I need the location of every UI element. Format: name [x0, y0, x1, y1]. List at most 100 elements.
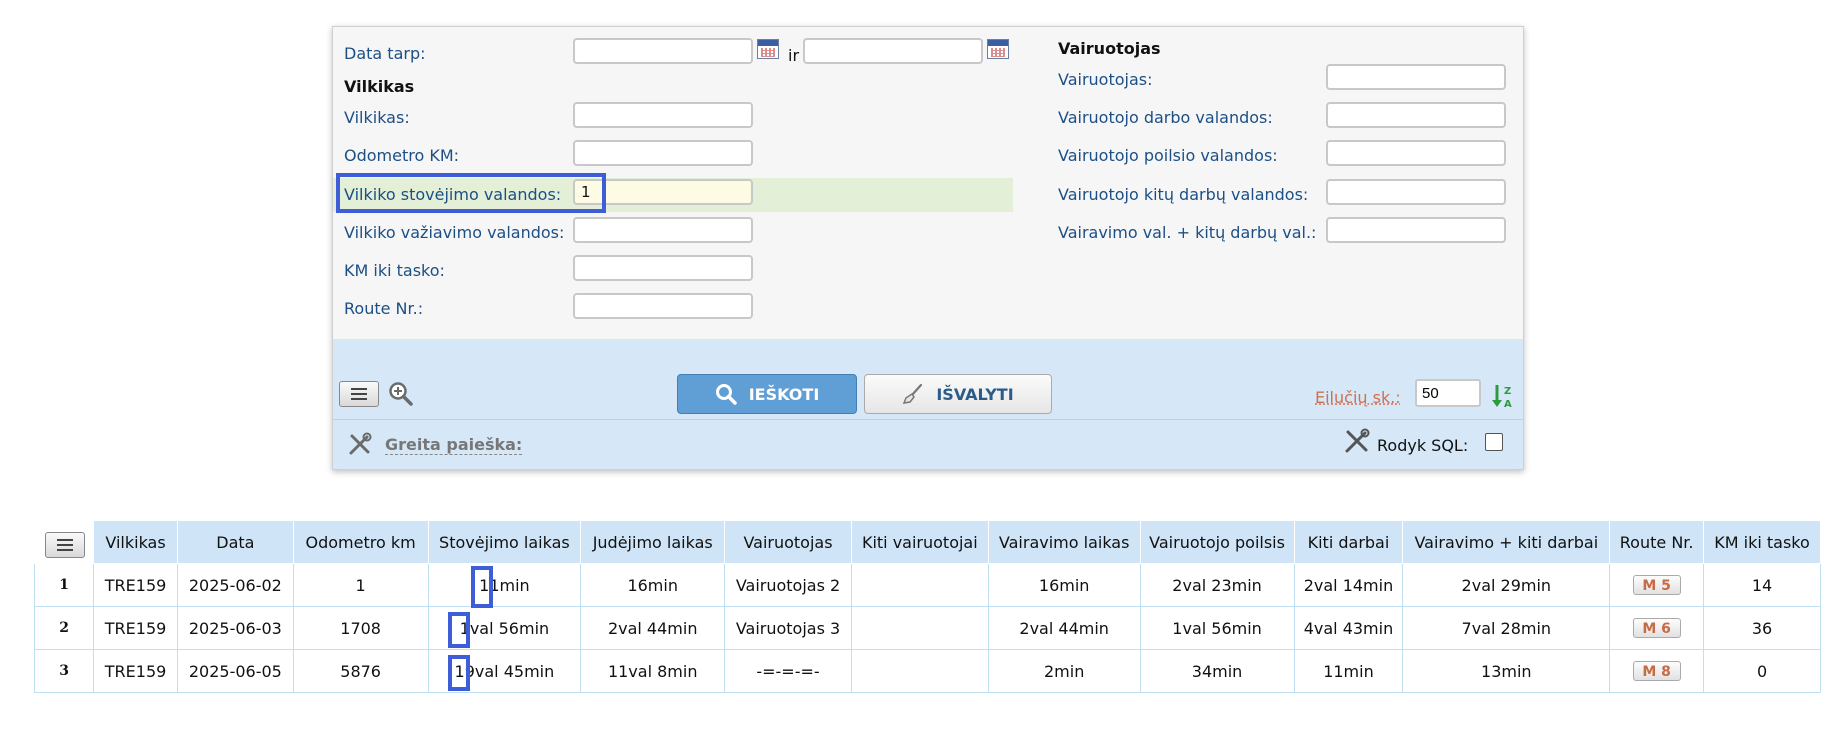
truck-link[interactable]: TRE159: [93, 606, 178, 650]
quick-search-link[interactable]: Greita paieška:: [385, 436, 523, 455]
column-header[interactable]: Kiti darbai: [1293, 520, 1404, 564]
drive-plus-other-cell: 7val 28min: [1402, 606, 1611, 650]
driver-work-input[interactable]: [1326, 102, 1506, 128]
column-header[interactable]: Vilkikas: [93, 520, 178, 564]
focus-highlight-box: [336, 173, 606, 213]
match-highlight-box: [471, 566, 493, 608]
column-header[interactable]: Vairuotojas: [724, 520, 852, 564]
other-drivers-cell: [850, 606, 989, 650]
date-to-input[interactable]: [803, 38, 983, 64]
zoom-in-icon[interactable]: [388, 381, 414, 407]
driving-hours-input[interactable]: [573, 217, 753, 243]
odometer-input[interactable]: [573, 140, 753, 166]
table-row[interactable]: 1 TRE159 2025-06-02 1 11min 16min Vairuo…: [33, 563, 1821, 607]
search-button[interactable]: IEŠKOTI: [677, 374, 857, 414]
route-label: Route Nr.:: [344, 299, 424, 318]
column-header[interactable]: Odometro km: [292, 520, 429, 564]
match-highlight-box: [448, 612, 470, 648]
driver-link[interactable]: Vairuotojas 3: [724, 606, 852, 650]
km-to-point-input[interactable]: [573, 255, 753, 281]
show-sql-checkbox[interactable]: [1485, 433, 1503, 451]
driver-rest-cell: 2val 23min: [1139, 563, 1295, 607]
filter-form: Data tarp: ir Vilkikas Vilkikas: Odometr…: [333, 27, 1523, 339]
moving-time-cell: 2val 44min: [580, 606, 726, 650]
odometer-cell: 1: [292, 563, 429, 607]
calendar-icon[interactable]: [987, 39, 1009, 59]
search-icon: [715, 384, 737, 405]
driver-other-input[interactable]: [1326, 179, 1506, 205]
table-row[interactable]: 2 TRE159 2025-06-03 1708 1val 56min 2val…: [33, 606, 1821, 650]
date-cell: 2025-06-05: [176, 649, 294, 693]
route-button[interactable]: M 6: [1632, 618, 1681, 638]
driver-other-label: Vairuotojo kitų darbų valandos:: [1058, 185, 1309, 204]
clear-button[interactable]: IŠVALYTI: [864, 374, 1052, 414]
drive-plus-other-cell: 2val 29min: [1402, 563, 1611, 607]
rows-count-label: Eilučių sk.:: [1315, 388, 1401, 407]
row-number: 2: [33, 606, 95, 650]
date-between-label: Data tarp:: [344, 44, 426, 63]
driving-time-cell: 2min: [987, 649, 1141, 693]
km-to-point-cell: 14: [1703, 563, 1821, 607]
truck-link[interactable]: TRE159: [93, 563, 178, 607]
match-highlight-box: [448, 655, 470, 691]
column-header[interactable]: Vairuotojo poilsis: [1139, 520, 1295, 564]
results-table: Vilkikas Data Odometro km Stovėjimo laik…: [33, 520, 1821, 693]
truck-section-title: Vilkikas: [344, 77, 415, 96]
driver-input[interactable]: [1326, 64, 1506, 90]
route-button[interactable]: M 5: [1632, 575, 1681, 595]
table-menu-button[interactable]: [45, 532, 85, 558]
other-work-cell: 4val 43min: [1293, 606, 1404, 650]
column-header[interactable]: Vairavimo laikas: [987, 520, 1141, 564]
row-number: 1: [33, 563, 95, 607]
rows-count-input[interactable]: [1415, 379, 1481, 407]
sort-z-a-icon[interactable]: Z A: [1491, 383, 1515, 409]
column-header[interactable]: Data: [176, 520, 294, 564]
driver-rest-input[interactable]: [1326, 140, 1506, 166]
driver-section-title: Vairuotojas: [1058, 39, 1161, 58]
other-drivers-cell: [850, 649, 989, 693]
driving-hours-label: Vilkiko važiavimo valandos:: [344, 223, 565, 242]
route-cell: M 8: [1609, 649, 1705, 693]
driver-rest-label: Vairuotojo poilsio valandos:: [1058, 146, 1278, 165]
table-header-row: Vilkikas Data Odometro km Stovėjimo laik…: [33, 520, 1821, 564]
truck-input[interactable]: [573, 102, 753, 128]
date-and-label: ir: [788, 46, 800, 65]
route-button[interactable]: M 8: [1632, 661, 1681, 681]
other-work-cell: 11min: [1293, 649, 1404, 693]
column-header[interactable]: Stovėjimo laikas: [427, 520, 582, 564]
driver-rest-cell: 34min: [1139, 649, 1295, 693]
clear-button-label: IŠVALYTI: [936, 384, 1014, 404]
route-cell: M 6: [1609, 606, 1705, 650]
column-header[interactable]: Route Nr.: [1609, 520, 1705, 564]
calendar-icon[interactable]: [757, 39, 779, 59]
date-cell: 2025-06-02: [176, 563, 294, 607]
driving-time-cell: 16min: [987, 563, 1141, 607]
date-from-input[interactable]: [573, 38, 753, 64]
svg-text:A: A: [1504, 399, 1512, 409]
menu-button[interactable]: [339, 381, 379, 407]
km-to-point-cell: 0: [1703, 649, 1821, 693]
svg-text:Z: Z: [1504, 386, 1511, 397]
odometer-label: Odometro KM:: [344, 146, 460, 165]
tools-icon: [349, 432, 372, 455]
km-to-point-label: KM iki tasko:: [344, 261, 445, 280]
driver-link[interactable]: -=-=-=-: [724, 649, 852, 693]
drive-plus-other-cell: 13min: [1402, 649, 1611, 693]
hamburger-icon: [57, 539, 73, 551]
column-header[interactable]: KM iki tasko: [1703, 520, 1821, 564]
show-sql-label: Rodyk SQL:: [1377, 436, 1469, 455]
truck-link[interactable]: TRE159: [93, 649, 178, 693]
moving-time-cell: 11val 8min: [580, 649, 726, 693]
column-header[interactable]: Kiti vairuotojai: [850, 520, 989, 564]
km-to-point-cell: 36: [1703, 606, 1821, 650]
driving-plus-other-input[interactable]: [1326, 217, 1506, 243]
toolbar-divider: [333, 419, 1523, 420]
driver-link[interactable]: Vairuotojas 2: [724, 563, 852, 607]
column-header[interactable]: Judėjimo laikas: [580, 520, 726, 564]
column-header[interactable]: Vairavimo + kiti darbai: [1402, 520, 1611, 564]
table-row[interactable]: 3 TRE159 2025-06-05 5876 19val 45min 11v…: [33, 649, 1821, 693]
row-number: 3: [33, 649, 95, 693]
route-input[interactable]: [573, 293, 753, 319]
moving-time-cell: 16min: [580, 563, 726, 607]
other-drivers-cell: [850, 563, 989, 607]
